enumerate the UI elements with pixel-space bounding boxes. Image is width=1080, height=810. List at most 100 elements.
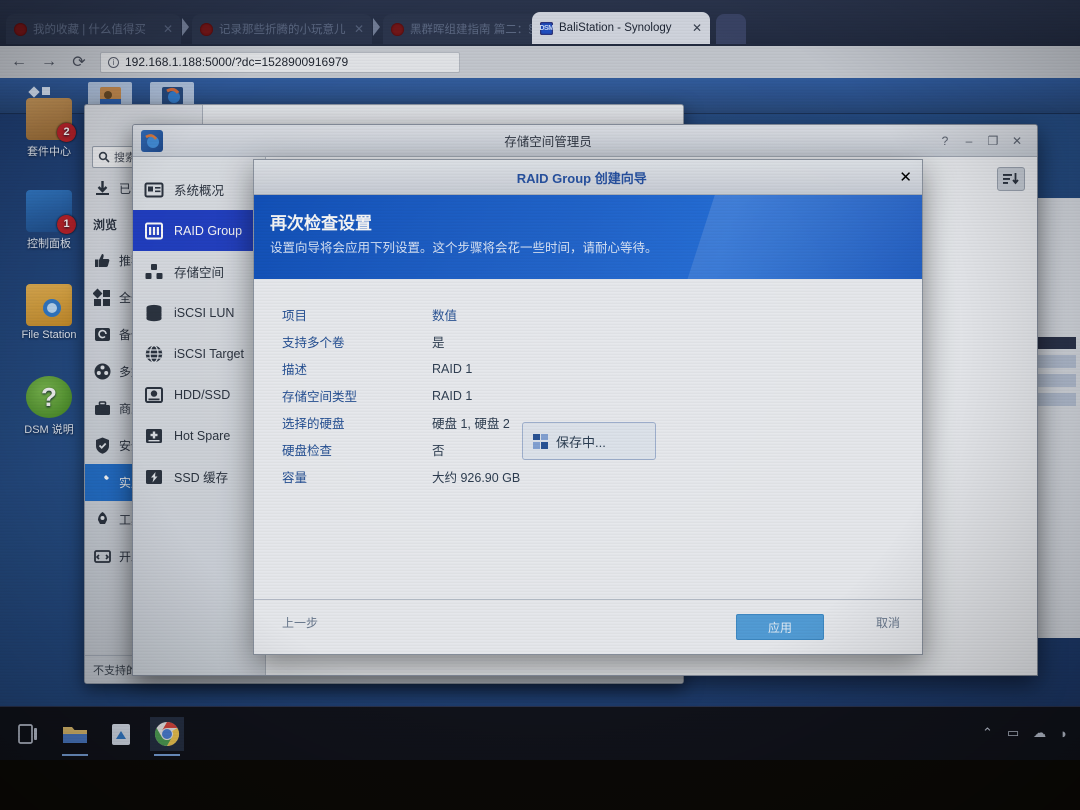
sidebar-item-label: iSCSI LUN: [174, 305, 235, 320]
sort-descending-icon[interactable]: [997, 167, 1025, 191]
new-tab-button[interactable]: [716, 14, 746, 44]
minimize-button[interactable]: –: [957, 134, 981, 148]
row-value: 大约 926.90 GB: [432, 471, 521, 485]
browser-tab-bar: 我的收藏 | 什么值得买 ✕ 记录那些折腾的小玩意儿 ✕ 黑群晖组建指南 篇二：…: [0, 0, 1080, 46]
close-button[interactable]: ✕: [1005, 134, 1029, 148]
hot-spare-icon: [143, 425, 165, 447]
sidebar-item-storage-volume[interactable]: 存储空间: [133, 251, 265, 292]
wifi-icon[interactable]: ◗: [1060, 726, 1068, 741]
row-key: 选择的硬盘: [282, 417, 345, 431]
thumbs-up-icon: [93, 251, 112, 270]
dsm-desktop: 2 套件中心 1 控制面板 File Station ? DSM 说明 搜索 浏…: [0, 78, 1080, 706]
disk-icon: [143, 384, 165, 406]
close-icon[interactable]: ✕: [899, 168, 912, 186]
red-circle-favicon: [200, 22, 213, 36]
back-button[interactable]: ←: [10, 53, 28, 71]
table-row: 选择的硬盘 硬盘 1, 硬盘 2: [282, 409, 520, 436]
sidebar-item-iscsi-lun[interactable]: iSCSI LUN: [133, 292, 265, 333]
database-icon: [143, 302, 165, 324]
tools-icon: [93, 473, 112, 492]
maximize-button[interactable]: ❐: [981, 134, 1005, 148]
raid-group-wizard-dialog[interactable]: RAID Group 创建向导 ✕ 再次检查设置 设置向导将会应用下列设置。这个…: [253, 159, 923, 655]
briefcase-icon: [93, 399, 112, 418]
row-key: 存储空间类型: [282, 390, 358, 404]
badge-count: 2: [57, 123, 76, 142]
browser-tab-3-active[interactable]: DSM BaliStation - Synology ✕: [532, 12, 710, 44]
sidebar-item-label: 系统概况: [174, 184, 225, 198]
sidebar-item-label: 存储空间: [174, 266, 225, 280]
sidebar-item-label: iSCSI Target: [174, 346, 244, 361]
apply-button[interactable]: 应用: [736, 614, 824, 640]
sidebar-item-hdd-ssd[interactable]: HDD/SSD: [133, 374, 265, 415]
desktop-icon-package-center[interactable]: 2 套件中心: [12, 98, 86, 159]
tab-separator: [182, 18, 189, 36]
backup-icon: [93, 325, 112, 344]
raid-group-icon: [143, 220, 165, 242]
row-value: 是: [432, 336, 445, 350]
browser-tab-1[interactable]: 记录那些折腾的小玩意儿 ✕: [192, 14, 372, 44]
tab-title: 记录那些折腾的小玩意儿: [219, 24, 346, 36]
tab-title: 我的收藏 | 什么值得买: [33, 24, 146, 36]
red-circle-favicon: [391, 22, 404, 36]
forward-button[interactable]: →: [40, 53, 58, 71]
table-row: 支持多个卷 是: [282, 328, 520, 355]
desktop-icon-label: DSM 说明: [24, 424, 74, 436]
battery-icon[interactable]: ▭: [1007, 725, 1019, 741]
wizard-titlebar: RAID Group 创建向导 ✕: [254, 160, 922, 195]
help-button[interactable]: ?: [933, 134, 957, 148]
file-explorer-icon[interactable]: [58, 717, 92, 756]
cloud-icon[interactable]: ☁: [1033, 725, 1046, 741]
sidebar-item-label: Hot Spare: [174, 428, 231, 443]
wizard-hero-banner: 再次检查设置 设置向导将会应用下列设置。这个步骤将会花一些时间，请耐心等待。: [254, 195, 922, 279]
windows-taskbar: ⌃ ▭ ☁ ◗: [0, 706, 1080, 760]
storage-manager-window[interactable]: 存储空间管理员 ? – ❐ ✕ 系统概况 RAID Group 存储空间 iSC…: [132, 124, 1038, 676]
desktop-icon-label: File Station: [21, 329, 77, 341]
rocket-icon: [93, 510, 112, 529]
previous-button[interactable]: 上一步: [282, 614, 318, 640]
badge-count: 1: [57, 215, 76, 234]
ssd-cache-icon: [143, 466, 165, 488]
saving-indicator: 保存中...: [522, 422, 656, 460]
microsoft-store-icon[interactable]: [104, 717, 138, 751]
sidebar-item-raid-group[interactable]: RAID Group: [133, 210, 265, 251]
address-bar[interactable]: i 192.168.1.188:5000/?dc=1528900916979: [100, 51, 460, 73]
laptop-bezel: MAXX AUDIO DELL 值 什么值得买: [0, 760, 1080, 810]
help-icon: ?: [26, 376, 72, 418]
sidebar-item-hot-spare[interactable]: Hot Spare: [133, 415, 265, 456]
desktop-icon-control-panel[interactable]: 1 控制面板: [12, 190, 86, 251]
close-icon[interactable]: ✕: [692, 21, 702, 35]
table-row: 存储空间类型 RAID 1: [282, 382, 520, 409]
chrome-icon[interactable]: [150, 717, 184, 756]
reload-button[interactable]: ⟳: [70, 52, 88, 72]
browser-toolbar: ← → ⟳ i 192.168.1.188:5000/?dc=152890091…: [0, 46, 1080, 78]
wizard-footer: 上一步 应用 取消: [254, 599, 922, 654]
close-icon[interactable]: ✕: [163, 22, 173, 36]
row-key: 硬盘检查: [282, 444, 333, 458]
desktop-icon-dsm-help[interactable]: ? DSM 说明: [12, 376, 86, 437]
download-icon: [93, 179, 112, 198]
close-icon[interactable]: ✕: [354, 22, 364, 36]
table-row: 容量 大约 926.90 GB: [282, 463, 520, 490]
tab-title: BaliStation - Synology: [559, 22, 672, 34]
media-icon: [93, 362, 112, 381]
storage-manager-titlebar[interactable]: 存储空间管理员 ? – ❐ ✕: [133, 125, 1037, 157]
sidebar-item-iscsi-target[interactable]: iSCSI Target: [133, 333, 265, 374]
row-value: 否: [432, 444, 445, 458]
chevron-up-icon[interactable]: ⌃: [982, 725, 993, 741]
browser-tab-0[interactable]: 我的收藏 | 什么值得买 ✕: [6, 14, 181, 44]
desktop-icon-label: 控制面板: [27, 238, 71, 250]
row-key: 支持多个卷: [282, 336, 345, 350]
task-view-icon[interactable]: [12, 717, 46, 751]
globe-icon: [143, 343, 165, 365]
row-key: 描述: [282, 363, 308, 377]
row-key: 容量: [282, 471, 308, 485]
search-icon: [98, 151, 110, 163]
row-value: 硬盘 1, 硬盘 2: [432, 417, 510, 431]
info-circle-icon[interactable]: i: [108, 56, 119, 68]
sidebar-item-ssd-cache[interactable]: SSD 缓存: [133, 456, 265, 497]
row-value: RAID 1: [432, 388, 473, 403]
cancel-button[interactable]: 取消: [876, 614, 900, 640]
desktop-icon-file-station[interactable]: File Station: [12, 284, 86, 341]
sidebar-item-overview[interactable]: 系统概况: [133, 169, 265, 210]
storage-manager-app-icon: [141, 129, 163, 152]
